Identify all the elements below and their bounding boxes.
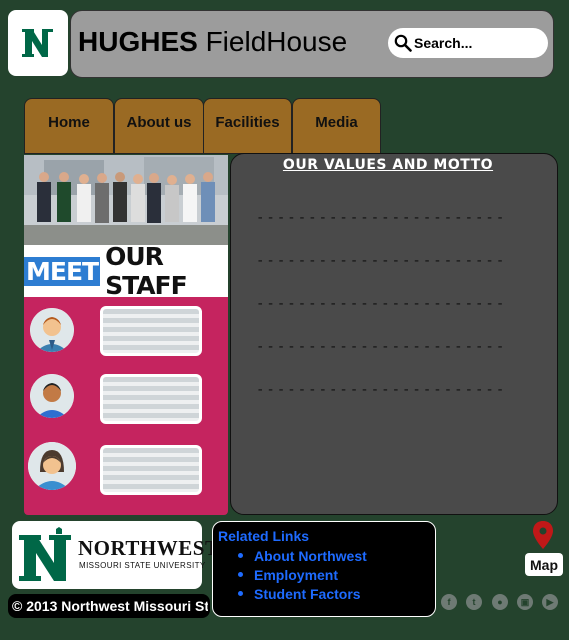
- link-student-factors[interactable]: Student Factors: [238, 586, 361, 602]
- values-panel: [230, 153, 558, 515]
- values-placeholder-line: ------------------------: [256, 296, 507, 312]
- map-button[interactable]: Map: [525, 553, 563, 576]
- values-placeholder-line: ------------------------: [256, 339, 507, 355]
- male-avatar-icon: [30, 308, 74, 352]
- tab-home[interactable]: Home: [24, 98, 114, 154]
- bullet-icon: [238, 572, 243, 577]
- northwest-logo-subtitle: MISSOURI STATE UNIVERSITY: [79, 561, 206, 570]
- site-title: HUGHES FieldHouse: [78, 26, 347, 58]
- our-staff-label: OUR STAFF: [105, 242, 188, 300]
- map-pin-icon[interactable]: [532, 520, 554, 550]
- instagram-icon[interactable]: ▣: [517, 594, 533, 610]
- tab-about-us[interactable]: About us: [114, 98, 204, 154]
- site-logo[interactable]: [8, 10, 68, 76]
- bullet-icon: [238, 553, 243, 558]
- female-avatar-icon: [28, 442, 76, 490]
- staff-name-card-1[interactable]: [100, 306, 202, 356]
- link-label: Student Factors: [254, 586, 361, 602]
- site-title-regular: FieldHouse: [205, 26, 348, 57]
- staff-avatar-1[interactable]: [30, 308, 74, 352]
- values-placeholder-line: ------------------------: [256, 210, 507, 226]
- link-about-northwest[interactable]: About Northwest: [238, 548, 367, 564]
- tab-media[interactable]: Media: [292, 98, 381, 154]
- tab-facilities[interactable]: Facilities: [203, 98, 292, 154]
- staff-avatar-3[interactable]: [28, 442, 76, 490]
- link-label: Employment: [254, 567, 339, 583]
- link-employment[interactable]: Employment: [238, 567, 338, 583]
- site-title-bold: HUGHES: [78, 26, 198, 57]
- staff-name-card-2[interactable]: [100, 374, 202, 424]
- values-placeholder-line: ------------------------: [256, 253, 507, 269]
- tab-facilities-label: Facilities: [215, 113, 280, 131]
- staff-name-card-3[interactable]: [100, 445, 202, 495]
- facebook-icon[interactable]: f: [441, 594, 457, 610]
- tab-media-label: Media: [315, 113, 358, 131]
- values-title: OUR VALUES AND MOTTO: [282, 157, 494, 173]
- northwest-n-logo-icon: [22, 29, 53, 57]
- northwest-n-logo-icon: [19, 527, 71, 581]
- tab-about-us-label: About us: [126, 113, 192, 131]
- copyright-text: © 2013 Northwest Missouri State Universi…: [12, 598, 208, 614]
- twitter-icon[interactable]: t: [466, 594, 482, 610]
- youtube-icon[interactable]: ▶: [542, 594, 558, 610]
- values-placeholder-line: ------------------------: [256, 382, 507, 398]
- northwest-logo-name: NORTHWEST: [78, 536, 220, 560]
- search-input[interactable]: [414, 28, 542, 58]
- staff-avatar-2[interactable]: [30, 374, 74, 418]
- tab-home-label: Home: [48, 113, 90, 131]
- search-icon[interactable]: [394, 34, 412, 52]
- staff-group-photo: [24, 155, 228, 245]
- related-links-title: Related Links: [218, 528, 310, 544]
- search-box[interactable]: [388, 28, 548, 58]
- male-avatar-icon: [30, 374, 74, 418]
- link-label: About Northwest: [254, 548, 367, 564]
- snapchat-icon[interactable]: ●: [492, 594, 508, 610]
- meet-our-staff-banner: MEET OUR STAFF: [24, 242, 228, 300]
- meet-label: MEET: [24, 256, 101, 286]
- bullet-icon: [238, 591, 243, 596]
